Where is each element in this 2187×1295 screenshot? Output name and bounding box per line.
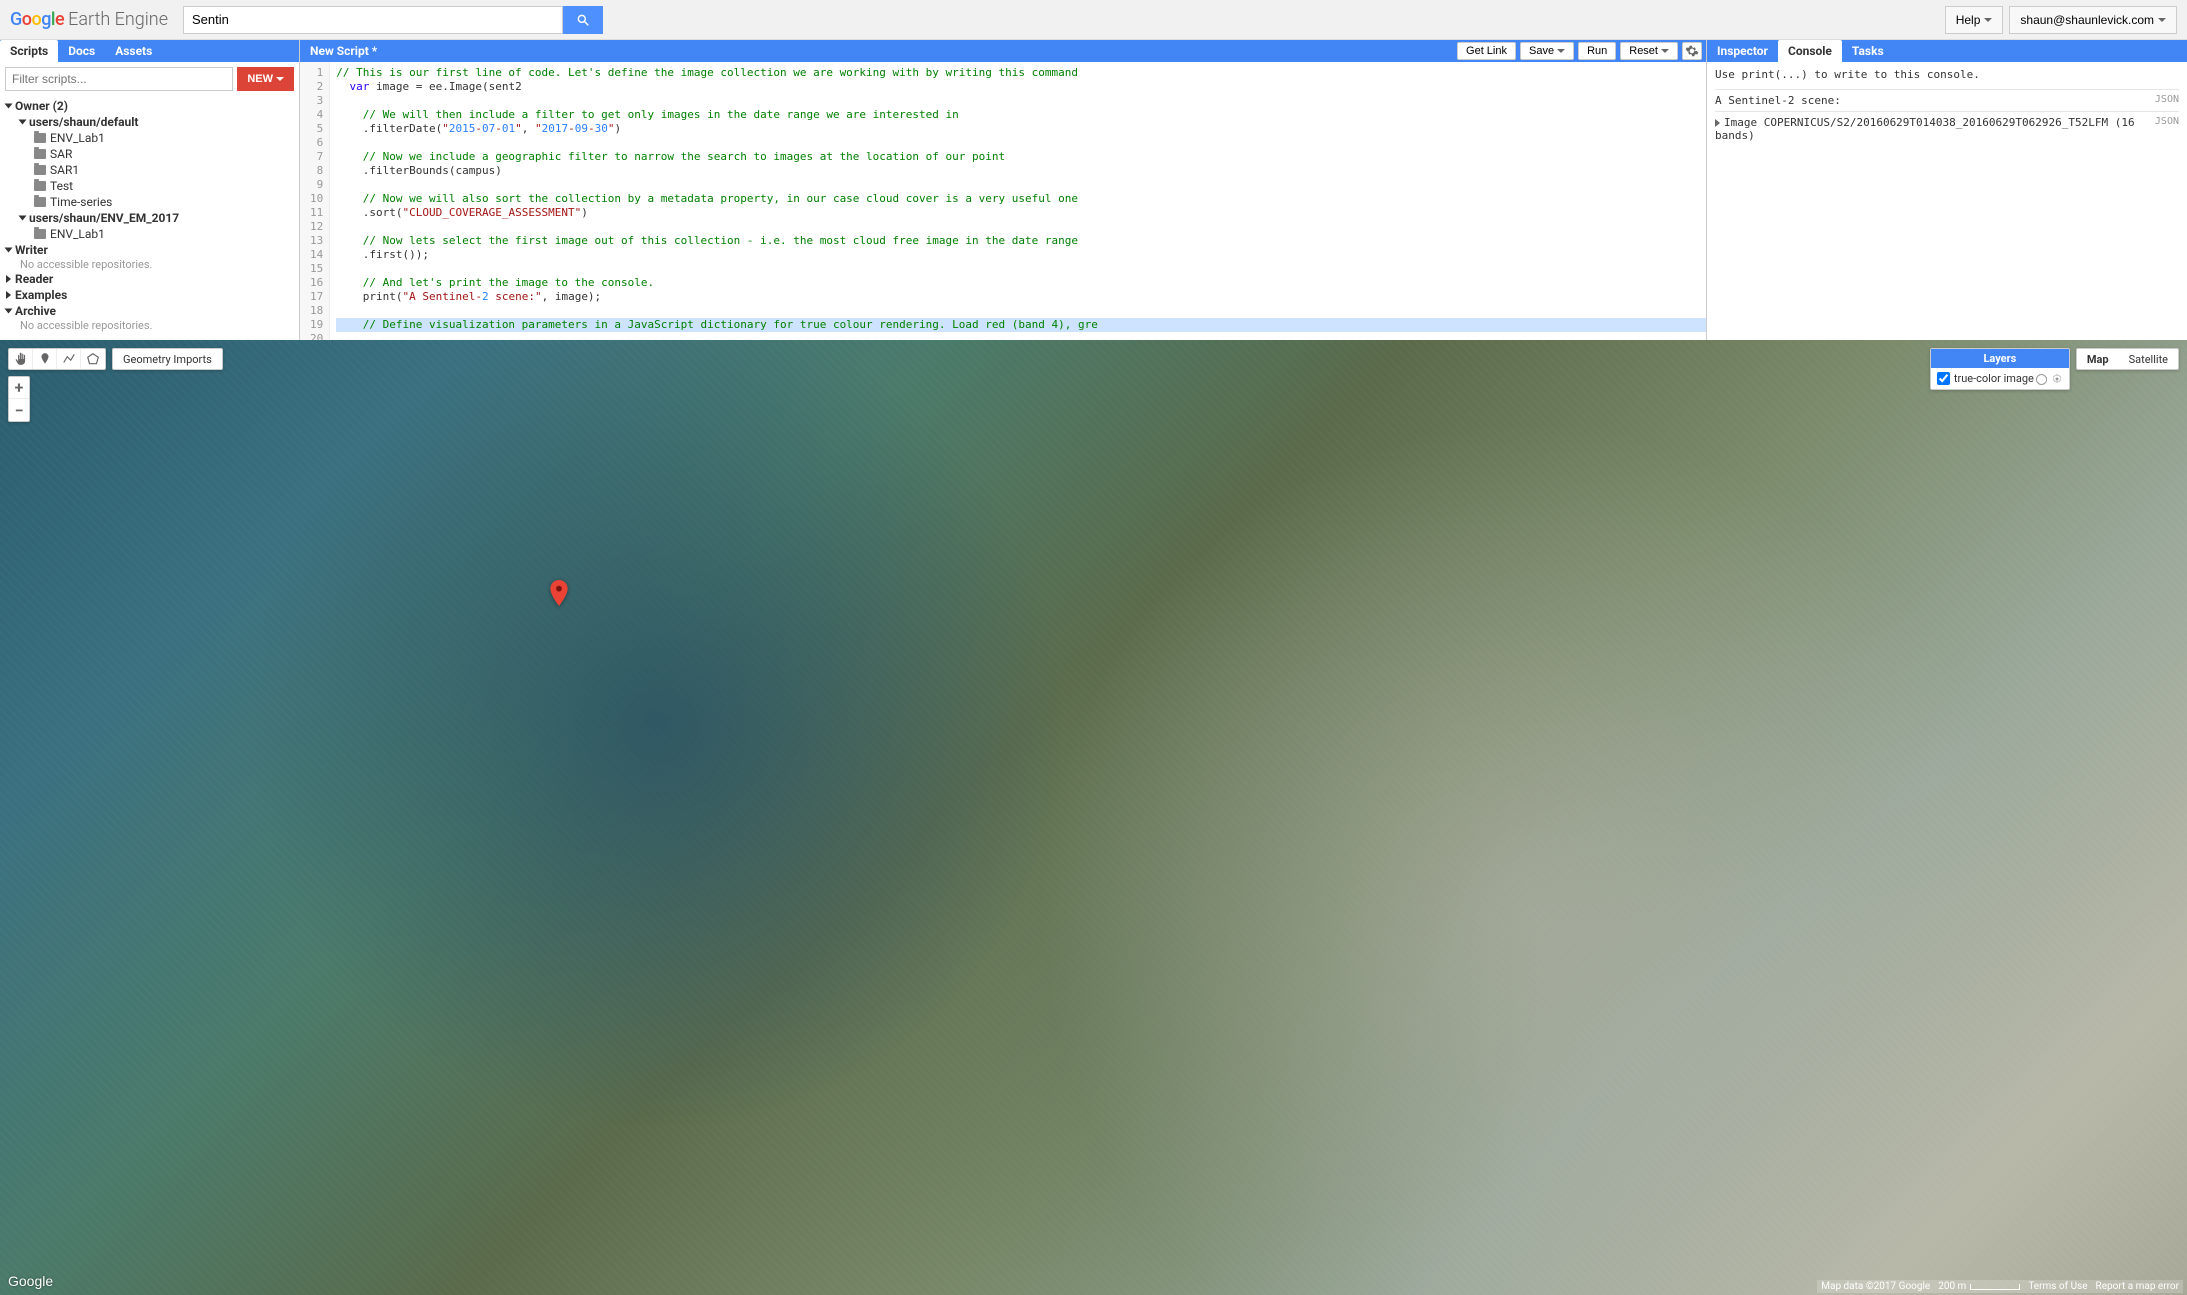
get-link-button[interactable]: Get Link bbox=[1457, 42, 1516, 60]
console-entry[interactable]: Image COPERNICUS/S2/20160629T014038_2016… bbox=[1715, 111, 2179, 146]
map-attribution-logo: Google bbox=[8, 1273, 53, 1289]
layer-opacity-slider[interactable] bbox=[2038, 377, 2047, 380]
console-entry[interactable]: A Sentinel-2 scene: JSON bbox=[1715, 89, 2179, 111]
pan-tool[interactable] bbox=[9, 349, 33, 369]
user-menu-button[interactable]: shaun@shaunlevick.com bbox=[2009, 6, 2177, 34]
gear-icon bbox=[1685, 44, 1699, 58]
map-footer: Map data ©2017 Google 200 m Terms of Use… bbox=[1817, 1280, 2183, 1293]
settings-button[interactable] bbox=[1682, 42, 1702, 60]
file-icon bbox=[34, 229, 46, 239]
draw-tools bbox=[8, 348, 106, 370]
scripts-panel: Scripts Docs Assets NEW Owner (2) users/… bbox=[0, 40, 300, 340]
product-name: Earth Engine bbox=[68, 9, 168, 30]
layer-row: true-color image bbox=[1931, 368, 2069, 389]
map[interactable]: Geometry Imports + − Layers true-color i… bbox=[0, 340, 2187, 1295]
hand-icon bbox=[14, 352, 28, 366]
tree-archive[interactable]: Archive bbox=[6, 303, 293, 319]
filter-scripts-input[interactable] bbox=[5, 67, 233, 91]
reset-button[interactable]: Reset bbox=[1620, 42, 1678, 60]
tree-file[interactable]: SAR bbox=[6, 146, 293, 162]
layers-header[interactable]: Layers bbox=[1931, 349, 2069, 368]
file-icon bbox=[34, 133, 46, 143]
tab-docs[interactable]: Docs bbox=[58, 40, 105, 62]
run-button[interactable]: Run bbox=[1578, 42, 1616, 60]
chevron-down-icon bbox=[276, 77, 284, 81]
map-scale: 200 m bbox=[1938, 1281, 2020, 1292]
maptype-map[interactable]: Map bbox=[2077, 349, 2119, 369]
marker-icon bbox=[550, 580, 568, 606]
file-icon bbox=[34, 197, 46, 207]
editor-panel: New Script * Get Link Save Run Reset 123… bbox=[300, 40, 1707, 340]
help-button[interactable]: Help bbox=[1945, 6, 2004, 34]
tree-file[interactable]: SAR1 bbox=[6, 162, 293, 178]
tab-tasks[interactable]: Tasks bbox=[1842, 40, 1894, 62]
gear-icon[interactable] bbox=[2051, 373, 2063, 385]
code-area[interactable]: // This is our first line of code. Let's… bbox=[330, 62, 1706, 340]
zoom-in-button[interactable]: + bbox=[9, 377, 29, 399]
tree-reader[interactable]: Reader bbox=[6, 271, 293, 287]
chevron-down-icon bbox=[2158, 18, 2166, 22]
line-tool[interactable] bbox=[57, 349, 81, 369]
left-tabs: Scripts Docs Assets bbox=[0, 40, 299, 62]
json-badge[interactable]: JSON bbox=[2155, 116, 2179, 142]
code-editor[interactable]: 1234567891011121314151617181920212223242… bbox=[300, 62, 1706, 340]
tree-file[interactable]: ENV_Lab1 bbox=[6, 130, 293, 146]
report-error-link[interactable]: Report a map error bbox=[2096, 1281, 2179, 1292]
json-badge[interactable]: JSON bbox=[2155, 94, 2179, 107]
maptype-satellite[interactable]: Satellite bbox=[2119, 349, 2178, 369]
search-icon bbox=[576, 13, 590, 27]
zoom-out-button[interactable]: − bbox=[9, 399, 29, 421]
zoom-control: + − bbox=[8, 376, 30, 422]
layer-visibility-checkbox[interactable] bbox=[1937, 372, 1950, 385]
console-panel: Inspector Console Tasks Use print(...) t… bbox=[1707, 40, 2187, 340]
new-script-button[interactable]: NEW bbox=[237, 67, 294, 91]
console-hint: Use print(...) to write to this console. bbox=[1715, 68, 2179, 81]
chevron-down-icon bbox=[1984, 18, 1992, 22]
tab-scripts[interactable]: Scripts bbox=[0, 40, 58, 62]
search-button[interactable] bbox=[563, 6, 603, 34]
tree-examples[interactable]: Examples bbox=[6, 287, 293, 303]
polygon-tool[interactable] bbox=[81, 349, 105, 369]
script-title: New Script * bbox=[300, 40, 1457, 62]
layers-panel: Layers true-color image bbox=[1930, 348, 2070, 390]
expand-icon[interactable] bbox=[1715, 119, 1720, 127]
chevron-down-icon bbox=[1661, 49, 1669, 53]
line-gutter: 1234567891011121314151617181920212223242… bbox=[300, 62, 330, 340]
map-attribution: Map data ©2017 Google bbox=[1821, 1281, 1930, 1292]
map-type-toggle: Map Satellite bbox=[2076, 348, 2179, 370]
tab-assets[interactable]: Assets bbox=[105, 40, 162, 62]
top-bar: Google Earth Engine Help shaun@shaunlevi… bbox=[0, 0, 2187, 40]
terms-link[interactable]: Terms of Use bbox=[2028, 1281, 2087, 1292]
geometry-imports-button[interactable]: Geometry Imports bbox=[112, 348, 223, 370]
polygon-icon bbox=[86, 352, 100, 366]
logo: Google Earth Engine bbox=[10, 9, 168, 30]
tree-file[interactable]: Time-series bbox=[6, 194, 293, 210]
file-icon bbox=[34, 149, 46, 159]
scripts-tree: Owner (2) users/shaun/default ENV_Lab1 S… bbox=[0, 96, 299, 340]
pin-icon bbox=[38, 352, 52, 366]
tree-repo[interactable]: users/shaun/ENV_EM_2017 bbox=[6, 210, 293, 226]
tree-repo[interactable]: users/shaun/default bbox=[6, 114, 293, 130]
polyline-icon bbox=[62, 352, 76, 366]
tree-file[interactable]: Test bbox=[6, 178, 293, 194]
tab-console[interactable]: Console bbox=[1778, 40, 1842, 62]
file-icon bbox=[34, 181, 46, 191]
file-icon bbox=[34, 165, 46, 175]
editor-header: New Script * Get Link Save Run Reset bbox=[300, 40, 1706, 62]
layer-name: true-color image bbox=[1954, 372, 2034, 385]
map-marker[interactable] bbox=[550, 580, 568, 606]
tab-inspector[interactable]: Inspector bbox=[1707, 40, 1778, 62]
google-logo: Google bbox=[10, 9, 64, 30]
right-tabs: Inspector Console Tasks bbox=[1707, 40, 2187, 62]
search-input[interactable] bbox=[183, 6, 563, 34]
marker-tool[interactable] bbox=[33, 349, 57, 369]
console-output: Use print(...) to write to this console.… bbox=[1707, 62, 2187, 340]
tree-empty-note: No accessible repositories. bbox=[6, 319, 293, 332]
tree-owner[interactable]: Owner (2) bbox=[6, 98, 293, 114]
tree-file[interactable]: ENV_Lab1 bbox=[6, 226, 293, 242]
tree-empty-note: No accessible repositories. bbox=[6, 258, 293, 271]
chevron-down-icon bbox=[1557, 49, 1565, 53]
save-button[interactable]: Save bbox=[1520, 42, 1574, 60]
tree-writer[interactable]: Writer bbox=[6, 242, 293, 258]
